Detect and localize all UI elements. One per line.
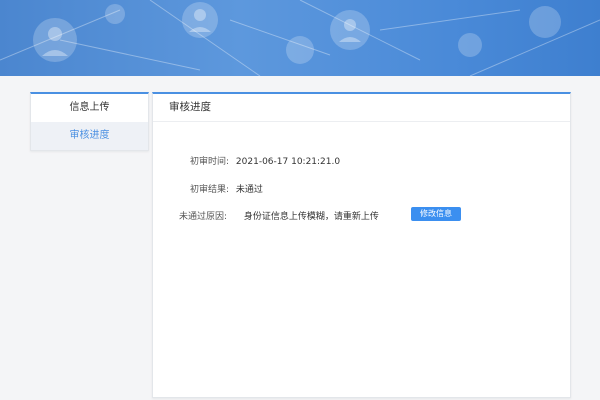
review-result-row: 初审结果: 未通过 (190, 182, 263, 195)
review-progress-panel: 审核进度 初审时间: 2021-06-17 10:21:21.0 初审结果: 未… (152, 92, 571, 398)
sidebar-item-review-progress[interactable]: 审核进度 (31, 122, 148, 150)
review-time-row: 初审时间: 2021-06-17 10:21:21.0 (190, 154, 340, 167)
sidebar-item-info-upload[interactable]: 信息上传 (31, 94, 148, 122)
reject-reason-value: 身份证信息上传模糊，请重新上传 (243, 212, 379, 222)
banner-network-decoration (0, 0, 600, 76)
modify-info-button[interactable]: 修改信息 (411, 207, 461, 221)
review-result-value: 未通过 (235, 185, 263, 195)
page: 信息上传 审核进度 审核进度 初审时间: 2021-06-17 10:21:21… (0, 0, 600, 400)
header-banner (0, 0, 600, 76)
review-time-value: 2021-06-17 10:21:21.0 (235, 157, 341, 167)
review-result-label: 初审结果: (190, 185, 230, 195)
review-time-label: 初审时间: (190, 157, 230, 167)
panel-title: 审核进度 (153, 94, 570, 122)
sidebar: 信息上传 审核进度 (30, 92, 149, 151)
reject-reason-row: 未通过原因: 身份证信息上传模糊，请重新上传 (179, 209, 379, 222)
reject-reason-label: 未通过原因: (179, 212, 228, 222)
